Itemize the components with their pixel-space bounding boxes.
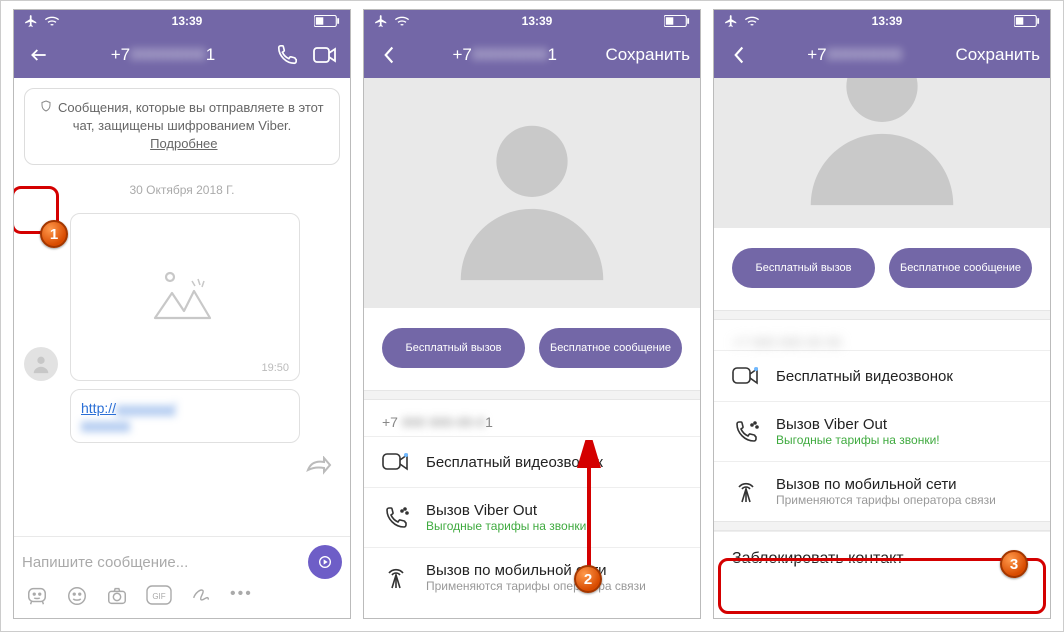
- viber-out-icon: [732, 419, 760, 445]
- free-message-button[interactable]: Бесплатное сообщение: [539, 328, 682, 368]
- phone-screen-3: 13:39 +700000000 Сохранить Бесплатный вы…: [713, 9, 1051, 619]
- message-time: 19:50: [81, 362, 289, 374]
- image-placeholder-icon: [81, 228, 289, 358]
- airplane-mode-icon: [374, 14, 388, 28]
- cell-tower-icon: [382, 565, 410, 591]
- emoji-icon[interactable]: [66, 585, 88, 612]
- option-subtext: Выгодные тарифы на звонки!: [776, 433, 940, 447]
- doodle-icon[interactable]: [190, 585, 212, 612]
- image-message-bubble[interactable]: 19:50: [70, 213, 300, 381]
- option-mobile-call[interactable]: Вызов по мобильной сети Применяются тари…: [364, 547, 700, 607]
- option-free-video-call[interactable]: Бесплатный видеозвонок: [714, 350, 1050, 401]
- save-button[interactable]: Сохранить: [606, 45, 690, 65]
- free-call-button[interactable]: Бесплатный вызов: [382, 328, 525, 368]
- svg-text:GIF: GIF: [152, 592, 165, 601]
- option-label: Вызов Viber Out: [776, 416, 940, 433]
- option-label: Вызов Viber Out: [426, 502, 590, 519]
- status-bar: 13:39: [364, 10, 700, 32]
- battery-icon: [314, 15, 340, 27]
- free-call-button[interactable]: Бесплатный вызов: [732, 248, 875, 288]
- message-link[interactable]: http://xxxxxxxx/xxxxxxx: [81, 400, 176, 432]
- contact-header: +7000000001 Сохранить: [364, 32, 700, 78]
- option-label: Бесплатный видеозвонок: [426, 454, 603, 471]
- wifi-icon: [44, 15, 60, 27]
- option-free-video-call[interactable]: Бесплатный видеозвонок: [364, 436, 700, 487]
- send-button[interactable]: [308, 545, 342, 579]
- phone-screen-2: 13:39 +7000000001 Сохранить Бесплатный в…: [363, 9, 701, 619]
- cta-row: Бесплатный вызов Бесплатное сообщение: [714, 228, 1050, 310]
- sticker-icon[interactable]: [26, 585, 48, 612]
- camera-icon[interactable]: [106, 585, 128, 612]
- chat-date: 30 Октября 2018 Г.: [24, 183, 340, 197]
- block-contact-row[interactable]: Заблокировать контакт: [714, 531, 1050, 586]
- title-prefix: +7: [111, 45, 130, 64]
- airplane-mode-icon: [724, 14, 738, 28]
- free-message-button[interactable]: Бесплатное сообщение: [889, 248, 1032, 288]
- option-mobile-call[interactable]: Вызов по мобильной сети Применяются тари…: [714, 461, 1050, 521]
- section-separator: [364, 390, 700, 400]
- section-separator: [714, 521, 1050, 531]
- phone-screen-1: 13:39 +7000000001 Сообщения, которые вы …: [13, 9, 351, 619]
- compose-bar: GIF •••: [14, 536, 350, 618]
- cta-row: Бесплатный вызов Бесплатное сообщение: [364, 308, 700, 390]
- option-label: Вызов по мобильной сети: [426, 562, 646, 579]
- chat-header: +7000000001: [14, 32, 350, 78]
- wifi-icon: [394, 15, 410, 27]
- forward-icon[interactable]: [306, 456, 332, 481]
- option-subtext: Применяются тарифы оператора связи: [426, 579, 646, 593]
- video-call-icon: [732, 365, 760, 387]
- status-time: 13:39: [872, 14, 903, 28]
- viber-out-icon: [382, 505, 410, 531]
- encryption-notice: Сообщения, которые вы отправляете в этот…: [24, 88, 340, 165]
- compose-input[interactable]: [22, 554, 300, 571]
- status-bar: 13:39: [714, 10, 1050, 32]
- back-button[interactable]: [724, 40, 754, 70]
- battery-icon: [664, 15, 690, 27]
- option-label: Бесплатный видеозвонок: [776, 368, 953, 385]
- cell-tower-icon: [732, 479, 760, 505]
- wifi-icon: [744, 15, 760, 27]
- status-time: 13:39: [522, 14, 553, 28]
- link-message-bubble[interactable]: http://xxxxxxxx/xxxxxxx: [70, 389, 300, 443]
- encryption-text: Сообщения, которые вы отправляете в этот…: [58, 100, 324, 133]
- avatar-placeholder-icon: [437, 98, 627, 288]
- more-icon[interactable]: •••: [230, 585, 253, 612]
- shield-icon: [40, 100, 56, 115]
- contact-avatar-area: [364, 78, 700, 308]
- option-subtext: Применяются тарифы оператора связи: [776, 493, 996, 507]
- status-time: 13:39: [172, 14, 203, 28]
- back-button[interactable]: [24, 40, 54, 70]
- contact-title: +700000000: [762, 45, 948, 65]
- phone-number: +7 000 000-00-01: [364, 400, 700, 436]
- gif-icon[interactable]: GIF: [146, 585, 172, 612]
- video-call-icon: [382, 451, 410, 473]
- save-button[interactable]: Сохранить: [956, 45, 1040, 65]
- contact-header: +700000000 Сохранить: [714, 32, 1050, 78]
- voice-call-button[interactable]: [272, 40, 302, 70]
- back-button[interactable]: [374, 40, 404, 70]
- section-separator: [714, 310, 1050, 320]
- status-bar: 13:39: [14, 10, 350, 32]
- chat-title[interactable]: +7000000001: [62, 45, 264, 65]
- option-subtext: Выгодные тарифы на звонки!: [426, 519, 590, 533]
- title-suffix: 1: [206, 45, 215, 64]
- phone-number: +7 000 000 00 00: [714, 320, 1050, 350]
- airplane-mode-icon: [24, 14, 38, 28]
- sender-avatar[interactable]: [24, 347, 58, 381]
- option-viber-out[interactable]: Вызов Viber Out Выгодные тарифы на звонк…: [364, 487, 700, 547]
- contact-title: +7000000001: [412, 45, 598, 65]
- encryption-more-link[interactable]: Подробнее: [150, 136, 217, 151]
- chat-area[interactable]: Сообщения, которые вы отправляете в этот…: [14, 78, 350, 536]
- message-row: 19:50: [24, 207, 340, 381]
- option-label: Вызов по мобильной сети: [776, 476, 996, 493]
- avatar-placeholder-icon: [787, 78, 977, 213]
- video-call-button[interactable]: [310, 40, 340, 70]
- contact-avatar-area: [714, 78, 1050, 228]
- battery-icon: [1014, 15, 1040, 27]
- option-viber-out[interactable]: Вызов Viber Out Выгодные тарифы на звонк…: [714, 401, 1050, 461]
